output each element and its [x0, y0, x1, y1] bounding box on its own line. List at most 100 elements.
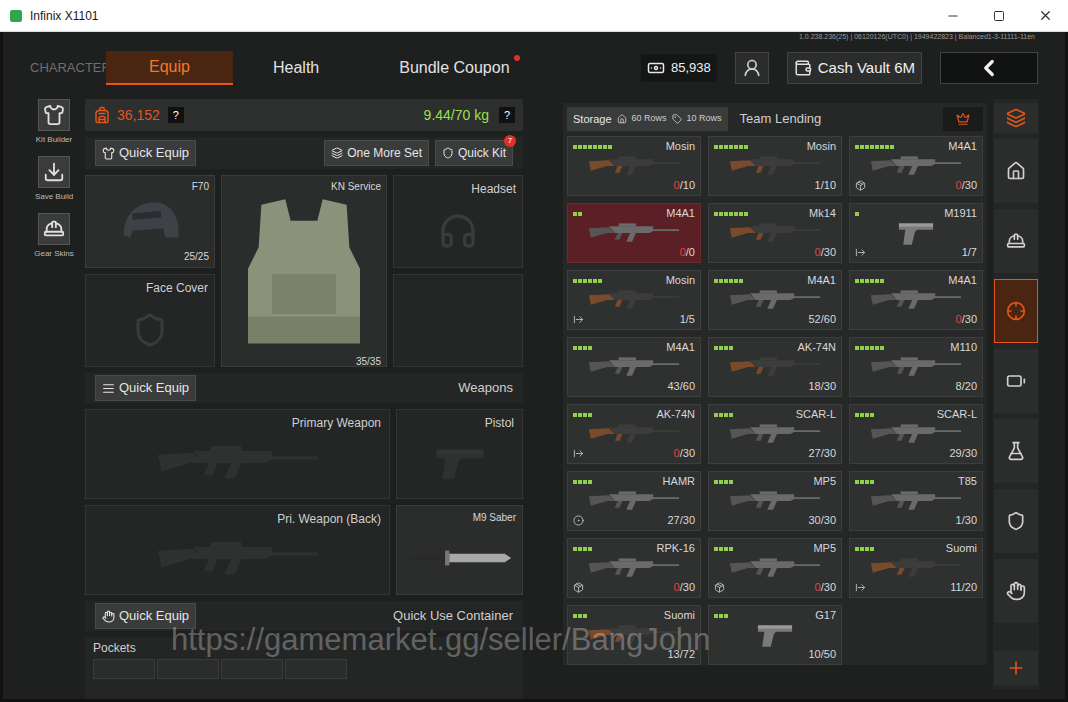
storage-tab[interactable]: Storage60 Rows10 Rows: [567, 107, 728, 131]
section-title: Weapons: [458, 378, 513, 398]
nav-tab[interactable]: Bundle Coupon: [359, 51, 549, 85]
side-nav-item[interactable]: [994, 103, 1038, 133]
storage-item[interactable]: SCAR-L29/30: [849, 404, 983, 464]
durability-bars: [573, 279, 602, 283]
side-nav-item[interactable]: [994, 209, 1038, 273]
ammo-count: 10/50: [808, 648, 836, 661]
maximize-icon: [993, 10, 1005, 22]
pocket-slot[interactable]: [93, 659, 155, 679]
pistol-slot[interactable]: Pistol: [396, 409, 523, 499]
watermark: https://gamemarket.gg/seller/BangJohn: [171, 617, 710, 664]
maximize-button[interactable]: [976, 0, 1022, 31]
ammo-count: 0/30: [674, 447, 695, 460]
home-icon: [617, 114, 627, 124]
one-more-set-button[interactable]: One More Set: [324, 140, 429, 166]
help-button[interactable]: ?: [499, 107, 515, 123]
container-icon: [102, 610, 115, 623]
side-nav-item[interactable]: [994, 139, 1038, 203]
headset-slot[interactable]: Headset: [393, 175, 523, 268]
help-button[interactable]: ?: [168, 107, 184, 123]
storage-item[interactable]: M19111/7: [849, 203, 983, 263]
minimize-button[interactable]: [930, 0, 976, 31]
pocket-slot[interactable]: [285, 659, 347, 679]
storage-item[interactable]: SCAR-L27/30: [708, 404, 842, 464]
nav-tab[interactable]: Health: [233, 51, 359, 85]
storage-item[interactable]: M4A10/30: [849, 270, 983, 330]
item-name: MP5: [813, 542, 836, 555]
storage-item[interactable]: Mosin1/5: [567, 270, 701, 330]
item-name: T85: [958, 475, 977, 488]
quick-equip-button[interactable]: Quick Equip: [95, 140, 196, 166]
rifle-icon: [153, 533, 323, 585]
ammo-count: 0/30: [815, 246, 836, 259]
storage-item[interactable]: M4A143/60: [567, 337, 701, 397]
side-nav: [993, 99, 1039, 689]
storage-item[interactable]: G17 10/50: [708, 605, 842, 665]
storage-item[interactable]: M4A10/30: [849, 136, 983, 196]
side-nav-item[interactable]: [994, 651, 1038, 685]
empty-slot[interactable]: [393, 274, 523, 367]
storage-item[interactable]: HAMR27/30: [567, 471, 701, 531]
side-nav-item[interactable]: [994, 419, 1038, 483]
item-name: G17: [815, 609, 836, 622]
item-name: Mosin: [666, 274, 695, 287]
storage-item[interactable]: AK-74N18/30: [708, 337, 842, 397]
primary-weapon-slot[interactable]: Primary Weapon: [85, 409, 390, 499]
storage-item[interactable]: M4A152/60: [708, 270, 842, 330]
rifle-icon: [868, 151, 964, 181]
tool-button[interactable]: Gear Skins: [34, 213, 74, 260]
nav-tabs: EquipHealthBundle Coupon: [106, 51, 550, 85]
quick-equip-button[interactable]: Quick Equip: [95, 603, 196, 629]
storage-item[interactable]: Mk140/30: [708, 203, 842, 263]
melee-slot[interactable]: M9 Saber: [396, 505, 523, 595]
pocket-slot[interactable]: [157, 659, 219, 679]
storage-panel: Storage60 Rows10 RowsTeam LendingMosin0/…: [563, 103, 987, 665]
back-button[interactable]: [940, 52, 1038, 84]
crown-icon: [956, 112, 970, 126]
sort-button[interactable]: [943, 107, 983, 131]
back-weapon-slot[interactable]: Pri. Weapon (Back): [85, 505, 390, 595]
storage-item[interactable]: MP530/30: [708, 471, 842, 531]
rifle-icon: [727, 486, 823, 516]
storage-item[interactable]: Mosin0/10: [567, 136, 701, 196]
quick-kit-button[interactable]: Quick Kit7: [435, 140, 513, 166]
exit-icon: [573, 314, 584, 325]
storage-item[interactable]: RPK-160/30: [567, 538, 701, 598]
ammo-count: 0/10: [674, 179, 695, 192]
nav-tab[interactable]: Equip: [106, 51, 233, 85]
save-icon: [43, 161, 65, 183]
team-lending-tab[interactable]: Team Lending: [740, 109, 822, 129]
side-nav-item[interactable]: [994, 349, 1038, 413]
storage-item[interactable]: M1108/20: [849, 337, 983, 397]
profile-button[interactable]: [735, 52, 769, 84]
storage-item[interactable]: Suomi11/20: [849, 538, 983, 598]
face-cover-slot[interactable]: Face Cover: [85, 274, 215, 367]
game-area: 1.0.238.236(25) | 06120126(UTC0) | 19494…: [0, 32, 1068, 702]
storage-item[interactable]: T851/30: [849, 471, 983, 531]
cash-vault-button[interactable]: Cash Vault 6M: [787, 52, 922, 84]
side-nav-item[interactable]: [994, 489, 1038, 553]
equip-icon: [102, 382, 115, 395]
no-mark: [714, 314, 725, 325]
tool-button[interactable]: Save Build: [35, 156, 73, 203]
side-nav-item[interactable]: [994, 559, 1038, 623]
pocket-slot[interactable]: [221, 659, 283, 679]
storage-item[interactable]: Suomi13/72: [567, 605, 701, 665]
close-button[interactable]: [1022, 0, 1068, 31]
quick-equip-button[interactable]: Quick Equip: [95, 375, 196, 401]
storage-item[interactable]: MP50/30: [708, 538, 842, 598]
rifle-icon: [868, 553, 964, 583]
helmet-slot[interactable]: F7025/25: [85, 175, 215, 268]
item-name: Suomi: [664, 609, 695, 622]
storage-item[interactable]: AK-74N0/30: [567, 404, 701, 464]
storage-item[interactable]: M4A10/0: [567, 203, 701, 263]
no-mark: [714, 448, 725, 459]
no-mark: [573, 649, 584, 660]
armor-slot[interactable]: KN Service35/35: [221, 175, 387, 367]
top-bar: 1.0.238.236(25) | 06120126(UTC0) | 19494…: [3, 32, 1065, 94]
side-nav-item[interactable]: [994, 279, 1038, 343]
tool-button[interactable]: Kit Builder: [36, 99, 72, 146]
home-icon: [1006, 161, 1026, 181]
bottle-icon: [1006, 441, 1026, 461]
storage-item[interactable]: Mosin1/10: [708, 136, 842, 196]
